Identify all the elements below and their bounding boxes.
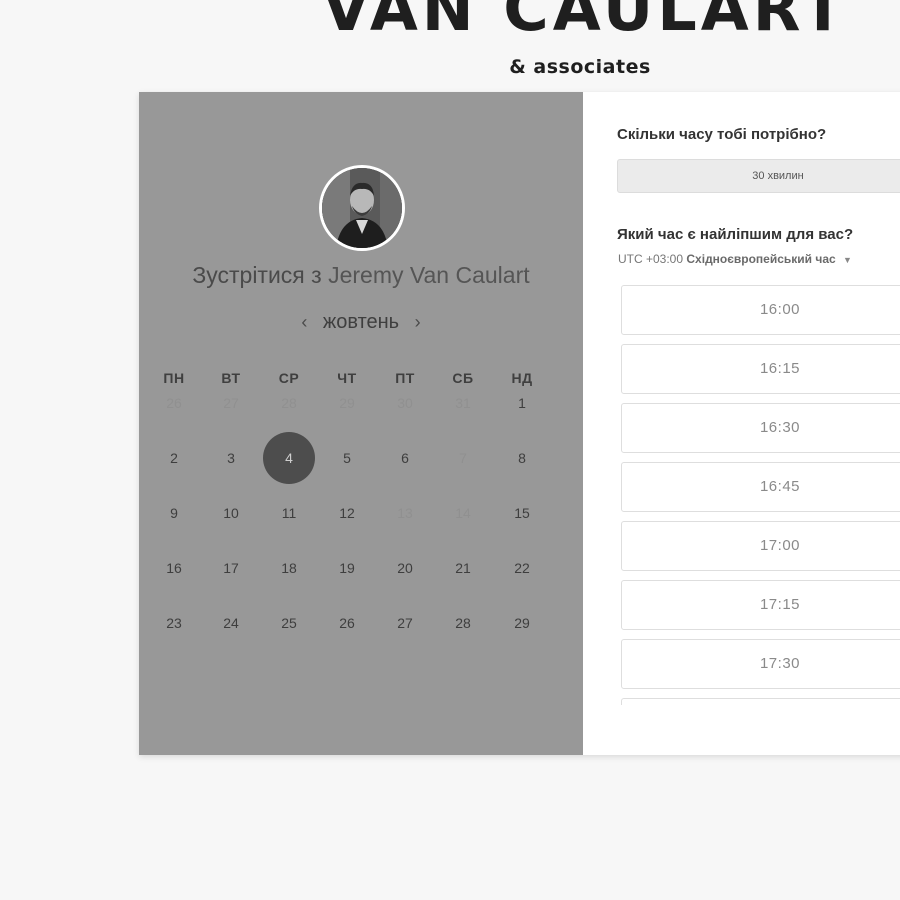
calendar-day: 26: [166, 395, 182, 411]
calendar-day[interactable]: 24: [205, 597, 257, 649]
time-slot-button[interactable]: 17:45: [621, 698, 900, 705]
time-slot-button[interactable]: 17:30: [621, 639, 900, 689]
calendar-day[interactable]: 12: [321, 487, 373, 539]
calendar-day: 14: [455, 505, 471, 521]
logo-title: VAN CAULART: [322, 0, 848, 45]
month-navigation: ‹ жовтень ›: [139, 311, 583, 334]
meet-title: Зустрітися з Jeremy Van Caulart: [139, 262, 583, 289]
calendar-day[interactable]: 20: [379, 542, 431, 594]
calendar-day[interactable]: 21: [437, 542, 489, 594]
calendar-day[interactable]: 8: [496, 432, 548, 484]
next-month-button[interactable]: ›: [405, 312, 431, 332]
calendar-day[interactable]: 19: [321, 542, 373, 594]
host-name: Jeremy Van Caulart: [328, 262, 530, 288]
time-slot-button[interactable]: 16:00: [621, 285, 900, 335]
calendar-day[interactable]: 3: [205, 432, 257, 484]
prev-month-button[interactable]: ‹: [291, 312, 317, 332]
calendar-day: 31: [455, 395, 471, 411]
calendar-day: 13: [397, 505, 413, 521]
logo-subtitle: & associates: [509, 56, 651, 78]
calendar-day[interactable]: 29: [496, 597, 548, 649]
duration-select[interactable]: 30 хвилин: [617, 159, 900, 193]
month-label: жовтень: [322, 311, 400, 333]
avatar: [319, 165, 405, 251]
calendar-day[interactable]: 9: [148, 487, 200, 539]
calendar-day[interactable]: 17: [205, 542, 257, 594]
calendar-day[interactable]: 18: [263, 542, 315, 594]
calendar-day[interactable]: 5: [321, 432, 373, 484]
calendar-day[interactable]: 23: [148, 597, 200, 649]
calendar-day[interactable]: 1: [496, 377, 548, 429]
calendar-day: 27: [223, 395, 239, 411]
calendar-day[interactable]: 28: [437, 597, 489, 649]
duration-question: Скільки часу тобі потрібно?: [617, 126, 827, 143]
calendar-day[interactable]: 15: [496, 487, 548, 539]
booking-panel: Скільки часу тобі потрібно? 30 хвилин Як…: [583, 92, 900, 755]
time-slot-button[interactable]: 16:15: [621, 344, 900, 394]
calendar-panel: Зустрітися з Jeremy Van Caulart ‹ жовтен…: [139, 92, 583, 755]
calendar-day-selected[interactable]: 4: [263, 432, 315, 484]
calendar-day[interactable]: 10: [205, 487, 257, 539]
chevron-down-icon: ▼: [843, 255, 852, 265]
time-slot-button[interactable]: 17:15: [621, 580, 900, 630]
calendar-day[interactable]: 11: [263, 487, 315, 539]
calendar-day[interactable]: 16: [148, 542, 200, 594]
time-slot-list[interactable]: 16:00 16:15 16:30 16:45 17:00 17:15 17:30 17:45: [621, 285, 900, 705]
time-slot-button[interactable]: 16:30: [621, 403, 900, 453]
calendar-day: 29: [339, 395, 355, 411]
time-slot-button[interactable]: 17:00: [621, 521, 900, 571]
calendar-day[interactable]: 2: [148, 432, 200, 484]
time-slot-button[interactable]: 16:45: [621, 462, 900, 512]
calendar-day: 30: [397, 395, 413, 411]
scheduler-card: Зустрітися з Jeremy Van Caulart ‹ жовтен…: [139, 92, 900, 755]
calendar-day: 28: [281, 395, 297, 411]
timezone-name: Східноєвропейський час: [686, 252, 836, 266]
calendar-day[interactable]: 22: [496, 542, 548, 594]
time-question: Який час є найліпшим для вас?: [617, 226, 854, 243]
calendar-day[interactable]: 25: [263, 597, 315, 649]
meet-prefix: Зустрітися з: [192, 262, 322, 288]
timezone-offset: UTC +03:00: [618, 252, 684, 266]
calendar-day: 7: [459, 450, 467, 466]
calendar-day[interactable]: 27: [379, 597, 431, 649]
calendar-day[interactable]: 26: [321, 597, 373, 649]
calendar-day[interactable]: 6: [379, 432, 431, 484]
timezone-select[interactable]: UTC +03:00 Східноєвропейський час ▼: [618, 252, 852, 266]
